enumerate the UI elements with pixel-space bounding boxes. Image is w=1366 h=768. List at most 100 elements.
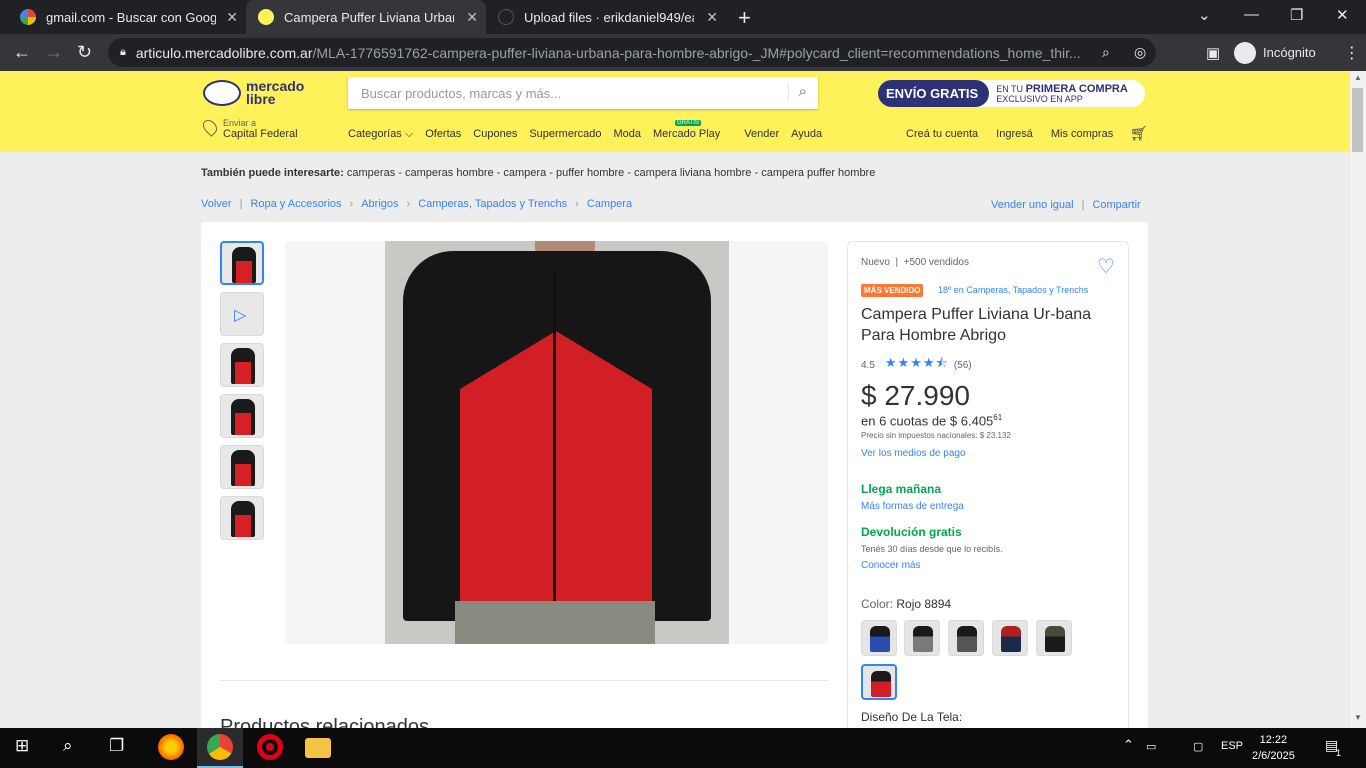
language-indicator[interactable]: ESP — [1221, 740, 1243, 752]
share-link[interactable]: Compartir — [1092, 199, 1140, 211]
scroll-down-icon[interactable]: ▼ — [1354, 713, 1362, 722]
back-arrow-icon[interactable]: ← — [13, 42, 31, 63]
nav-categorias[interactable]: Categorías ⌵ — [348, 128, 413, 141]
restore-icon[interactable]: ❐ — [1290, 6, 1303, 24]
installments-text: en 6 cuotas de $ 6.405 — [861, 413, 994, 429]
url-domain: articulo.mercadolibre.com.ar — [135, 44, 313, 61]
breadcrumb-camperas[interactable]: Camperas, Tapados y Trenchs — [418, 198, 567, 210]
url-bar[interactable]: 🔒︎ articulo.mercadolibre.com.ar /MLA-177… — [108, 38, 1156, 67]
browser-tab-bar: gmail.com - Buscar con Google ✕ Campera … — [0, 0, 1366, 34]
sidebar-icon[interactable]: ▣ — [1206, 44, 1220, 62]
jacket-swatch-image — [1001, 626, 1021, 652]
thumbnail-6[interactable] — [220, 496, 264, 540]
thumbnail-gallery: ▷ — [220, 241, 264, 547]
tab-search-icon[interactable]: ⌄ — [1198, 6, 1211, 24]
thumbnail-5[interactable] — [220, 445, 264, 489]
file-explorer-icon[interactable] — [305, 738, 331, 758]
promo-banner[interactable]: ENVÍO GRATIS EN TU PRIMERA COMPRA EXCLUSI… — [878, 80, 1145, 107]
windows-start-icon[interactable]: ⊞ — [15, 736, 29, 756]
learn-more-link[interactable]: Conocer más — [861, 560, 920, 571]
search-icon[interactable]: ⌕ — [787, 83, 807, 100]
page-scrollbar[interactable]: ▲ ▼ — [1350, 71, 1366, 728]
price: $ 27.990 — [861, 380, 970, 411]
delivery-options-link[interactable]: Más formas de entrega — [861, 501, 964, 512]
nav-supermercado[interactable]: Supermercado — [529, 128, 601, 141]
clock-time: 12:22 — [1259, 734, 1288, 746]
window-close-icon[interactable]: ✕ — [1336, 6, 1349, 24]
tab-mercadolibre[interactable]: Campera Puffer Liviana Urbana Para Hombr… — [246, 0, 486, 34]
close-icon[interactable]: ✕ — [226, 9, 238, 26]
firefox-icon[interactable] — [158, 734, 184, 760]
payment-methods-link[interactable]: Ver los medios de pago — [861, 448, 966, 459]
battery-icon[interactable]: ▭ — [1146, 740, 1156, 753]
thumbnail-video[interactable]: ▷ — [220, 292, 264, 336]
location-city: Capital Federal — [223, 128, 298, 140]
back-link[interactable]: Volver — [201, 198, 232, 210]
menu-dots-icon[interactable]: ⋮ — [1344, 43, 1360, 63]
condition-sold: Nuevo | +500 vendidos — [861, 257, 969, 268]
close-icon[interactable]: ✕ — [466, 9, 478, 26]
incognito-profile[interactable]: Incógnito ⋮ — [1234, 40, 1360, 65]
opera-icon[interactable] — [257, 734, 283, 760]
nav-create-account[interactable]: Creá tu cuenta — [906, 128, 978, 140]
incognito-label: Incógnito — [1263, 45, 1316, 60]
swatch-red[interactable] — [861, 664, 897, 700]
swatch-grey[interactable] — [904, 620, 940, 656]
shipping-location[interactable]: Enviar a Capital Federal — [200, 117, 298, 140]
promo-line1: EN TU — [996, 83, 1026, 94]
main-nav: Categorías ⌵ Ofertas Cupones Supermercad… — [348, 120, 834, 141]
scroll-up-icon[interactable]: ▲ — [1354, 73, 1362, 82]
forward-arrow-icon[interactable]: → — [45, 42, 63, 63]
nav-my-purchases[interactable]: Mis compras — [1051, 128, 1113, 140]
incognito-icon — [1234, 41, 1256, 64]
location-pin-icon — [200, 117, 220, 137]
nav-ofertas[interactable]: Ofertas — [425, 128, 461, 141]
installments: en 6 cuotas de $ 6.40561 — [861, 413, 1002, 428]
reload-icon[interactable]: ↻ — [77, 42, 92, 63]
chevron-up-icon[interactable]: ⌃ — [1123, 737, 1134, 753]
chrome-icon[interactable] — [207, 734, 233, 760]
search-input[interactable]: Buscar productos, marcas y más... ⌕ — [348, 77, 818, 109]
breadcrumb-campera[interactable]: Campera — [587, 198, 632, 210]
thumbnail-4[interactable] — [220, 394, 264, 438]
scrollbar-thumb[interactable] — [1352, 88, 1363, 152]
swatch-olive[interactable] — [1036, 620, 1072, 656]
sell-same-link[interactable]: Vender uno igual — [991, 199, 1074, 211]
minimize-icon[interactable]: — — [1244, 6, 1259, 23]
nav-ayuda[interactable]: Ayuda — [791, 128, 822, 141]
swatch-dark-grey[interactable] — [948, 620, 984, 656]
nav-vender[interactable]: Vender — [744, 128, 779, 141]
rating[interactable]: 4.5 ★★★★⯪ (56) — [861, 354, 972, 376]
thumbnail-1[interactable] — [220, 241, 264, 285]
new-tab-icon[interactable]: + — [738, 5, 751, 31]
tab-google[interactable]: gmail.com - Buscar con Google ✕ — [8, 0, 246, 34]
breadcrumb-abrigos[interactable]: Abrigos — [361, 198, 398, 210]
swatch-blue[interactable] — [861, 620, 897, 656]
nav-mercado-play[interactable]: GRATIS Mercado Play — [653, 120, 732, 141]
system-clock[interactable]: 12:22 2/6/2025 — [1252, 732, 1295, 764]
task-view-icon[interactable]: ❐ — [109, 736, 124, 756]
zoom-search-icon[interactable]: ⌕ — [1102, 44, 1110, 61]
color-value: Rojo 8894 — [896, 597, 952, 611]
nav-cupones[interactable]: Cupones — [473, 128, 517, 141]
close-icon[interactable]: ✕ — [706, 9, 718, 26]
cart-icon[interactable]: 🛒︎ — [1130, 125, 1148, 142]
product-card: ▷ Productos relacionados Nuevo | +500 ve… — [201, 222, 1148, 741]
related-links[interactable]: camperas - camperas hombre - campera - p… — [347, 167, 875, 179]
swatch-navy[interactable] — [992, 620, 1028, 656]
promo-line2: EXCLUSIVO EN APP — [996, 93, 1083, 104]
breadcrumb-ropa[interactable]: Ropa y Accesorios — [250, 198, 341, 210]
heart-icon[interactable]: ♡ — [1097, 254, 1115, 279]
search-icon[interactable]: ⌕ — [63, 736, 73, 756]
nav-moda[interactable]: Moda — [613, 128, 641, 141]
thumbnail-3[interactable] — [220, 343, 264, 387]
tab-github[interactable]: Upload files · erikdaniel949/easyS ✕ — [486, 0, 726, 34]
divider — [220, 680, 828, 681]
mercadolibre-logo[interactable]: mercado libre — [203, 79, 304, 106]
eye-off-icon[interactable]: ◎ — [1134, 44, 1146, 61]
category-rank-link[interactable]: 18º en Camperas, Tapados y Trenchs — [938, 285, 1088, 295]
nav-mercado-play-label: Mercado Play — [653, 128, 721, 140]
nav-login[interactable]: Ingresá — [996, 128, 1033, 140]
main-product-image[interactable] — [285, 241, 828, 644]
network-icon[interactable]: ▢ — [1193, 740, 1203, 753]
